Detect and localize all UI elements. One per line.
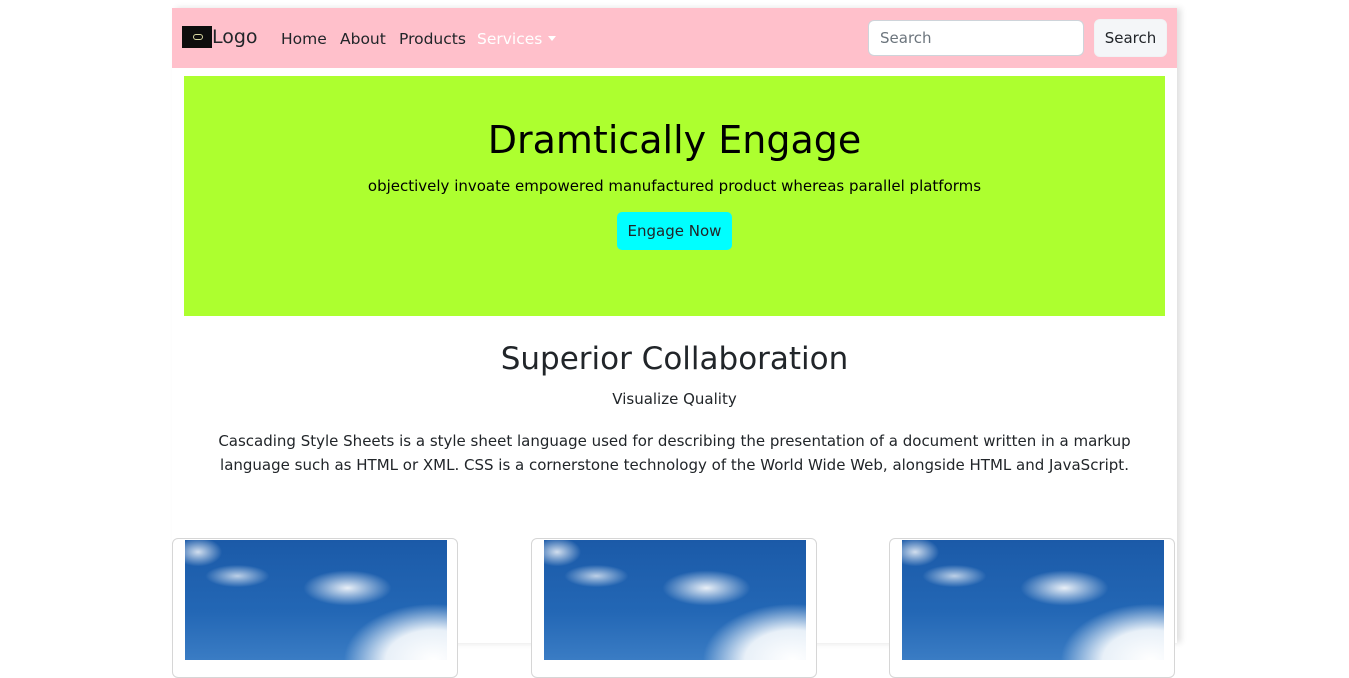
- hero-title: Dramtically Engage: [487, 118, 862, 162]
- nav-dropdown-services[interactable]: Services: [477, 30, 557, 48]
- brand-link[interactable]: Logo: [182, 26, 258, 48]
- navbar: Logo Home About Products Services Search: [172, 8, 1177, 68]
- card-3: [889, 538, 1175, 678]
- hero-subtitle: objectively invoate empowered manufactur…: [367, 177, 982, 195]
- nav-link-home[interactable]: Home: [281, 30, 327, 48]
- card-1: [172, 538, 458, 678]
- section-body: Cascading Style Sheets is a style sheet …: [218, 432, 1131, 474]
- services-label: Services: [477, 30, 543, 48]
- search-button[interactable]: Search: [1094, 19, 1167, 57]
- logo-image-icon: [182, 26, 212, 48]
- hero-banner: Dramtically Engage objectively invoate e…: [184, 76, 1165, 316]
- sky-clouds-image: [902, 540, 1164, 660]
- engage-now-button[interactable]: Engage Now: [617, 212, 732, 250]
- caret-down-icon: [548, 36, 557, 41]
- search-input[interactable]: [868, 20, 1084, 56]
- sky-clouds-image: [544, 540, 806, 660]
- brand-label: Logo: [212, 26, 258, 48]
- section-subtitle: Visualize Quality: [612, 390, 737, 408]
- nav-link-about[interactable]: About: [340, 30, 386, 48]
- card-2: [531, 538, 817, 678]
- section-title: Superior Collaboration: [500, 341, 849, 377]
- sky-clouds-image: [185, 540, 447, 660]
- nav-link-products[interactable]: Products: [399, 30, 466, 48]
- page-container: Logo Home About Products Services Search…: [172, 8, 1177, 678]
